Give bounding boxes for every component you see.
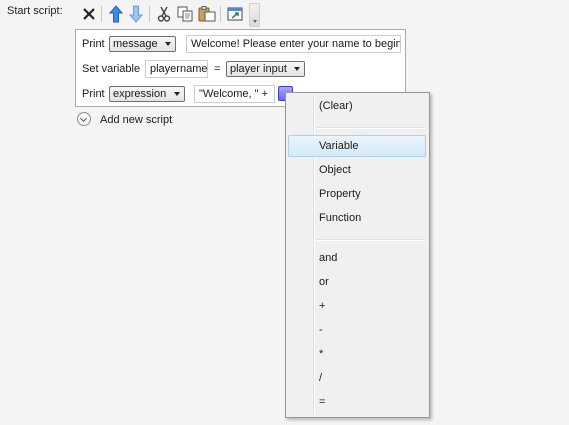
- menu-item-function[interactable]: Function: [288, 207, 426, 229]
- scissors-icon: [157, 6, 171, 22]
- menu-item-minus[interactable]: -: [288, 319, 426, 341]
- menu-separator: [317, 239, 425, 241]
- expression-text-field[interactable]: "Welcome, " +: [194, 85, 275, 103]
- print-mode-dropdown[interactable]: expression: [109, 86, 185, 102]
- menu-item-clear[interactable]: (Clear): [288, 95, 426, 117]
- start-script-label: Start script:: [7, 5, 63, 17]
- delete-button[interactable]: [79, 4, 99, 24]
- move-up-button[interactable]: [106, 4, 126, 24]
- toolbar-overflow-grip[interactable]: [249, 3, 260, 27]
- equals-label: =: [214, 63, 221, 75]
- delete-x-icon: [83, 8, 95, 20]
- arrow-down-icon: [129, 5, 143, 23]
- menu-separator: [317, 127, 425, 129]
- popout-window-icon: [227, 7, 243, 21]
- paste-button[interactable]: [197, 4, 217, 24]
- copy-icon: [177, 6, 193, 22]
- add-new-script-label: Add new script: [100, 114, 173, 126]
- menu-item-plus[interactable]: +: [288, 295, 426, 317]
- toolbar-separator: [149, 6, 150, 22]
- paste-icon: [198, 6, 216, 22]
- print-mode-dropdown[interactable]: message: [109, 36, 176, 52]
- menu-item-object[interactable]: Object: [288, 159, 426, 181]
- menu-item-equals[interactable]: =: [288, 391, 426, 413]
- script-row-set-variable: Set variable playername = player input: [76, 57, 405, 81]
- print-command-label: Print: [82, 88, 105, 100]
- toolbar-separator: [101, 6, 102, 22]
- set-variable-command-label: Set variable: [82, 63, 141, 75]
- expression-context-menu: (Clear) Variable Object Property Functio…: [285, 92, 430, 418]
- expand-chevron-icon: [77, 112, 91, 126]
- script-toolbar: [79, 3, 261, 27]
- variable-source-dropdown[interactable]: player input: [226, 61, 305, 77]
- popout-button[interactable]: [225, 4, 245, 24]
- menu-item-property[interactable]: Property: [288, 183, 426, 205]
- print-command-label: Print: [82, 38, 105, 50]
- menu-item-multiply[interactable]: *: [288, 343, 426, 365]
- script-row-print-message: Print message Welcome! Please enter your…: [76, 32, 405, 56]
- message-text-field[interactable]: Welcome! Please enter your name to begin…: [186, 35, 401, 53]
- menu-item-divide[interactable]: /: [288, 367, 426, 389]
- menu-item-variable[interactable]: Variable: [288, 135, 426, 157]
- variable-name-field[interactable]: playername: [145, 60, 208, 78]
- menu-item-or[interactable]: or: [288, 271, 426, 293]
- toolbar-separator: [220, 6, 221, 22]
- arrow-up-icon: [109, 5, 123, 23]
- copy-button[interactable]: [175, 4, 195, 24]
- menu-item-and[interactable]: and: [288, 247, 426, 269]
- cut-button[interactable]: [154, 4, 174, 24]
- move-down-button[interactable]: [126, 4, 146, 24]
